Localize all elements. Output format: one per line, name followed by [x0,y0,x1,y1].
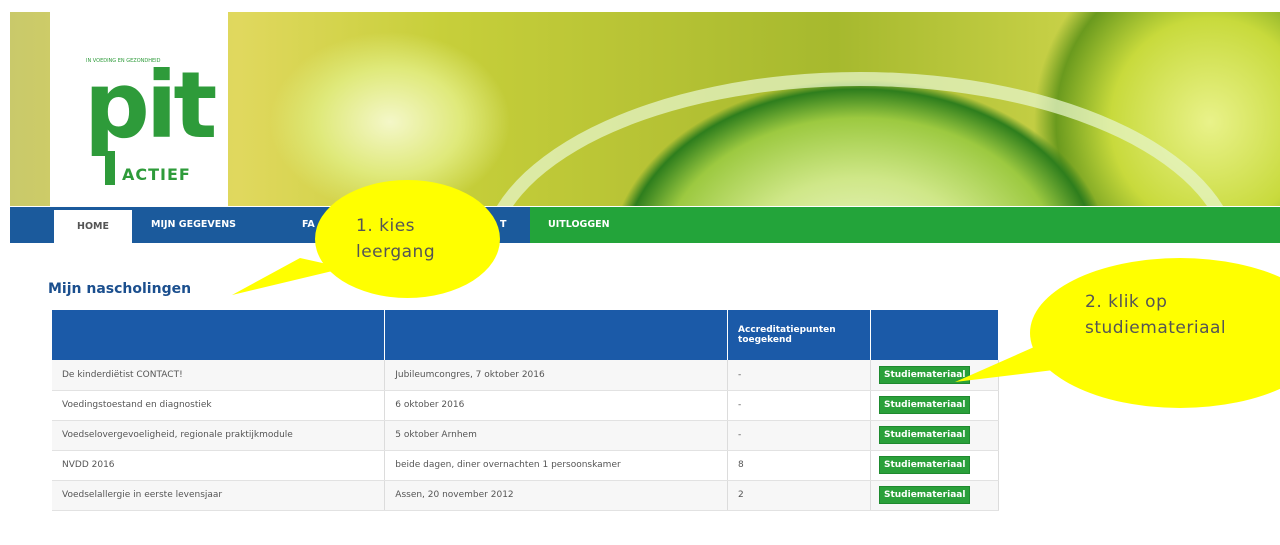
nav-uitloggen[interactable]: UITLOGGEN [548,207,610,243]
course-name: Voedselallergie in eerste levensjaar [52,480,386,511]
studiemateriaal-button[interactable]: Studiemateriaal [878,365,971,384]
table-header-accreditation: Accreditatiepunten toegekend [727,310,871,360]
course-action-cell: Studiemateriaal [870,390,1000,421]
table-header-cell [384,310,729,360]
studiemateriaal-button[interactable]: Studiemateriaal [878,486,971,504]
nav-home[interactable]: HOME [54,210,132,246]
course-detail: Jubileumcongres, 7 oktober 2016 [384,360,729,391]
table-row: NVDD 2016 beide dagen, diner overnachten… [52,450,1000,481]
logo-actief-text: ACTIEF [122,165,191,184]
course-action-cell: Studiemateriaal [870,420,1000,451]
studiemateriaal-button[interactable]: Studiemateriaal [878,426,971,444]
course-detail: Assen, 20 november 2012 [384,480,729,511]
table-row: Voedselallergie in eerste levensjaar Ass… [52,480,1000,511]
course-action-cell: Studiemateriaal [870,360,1000,391]
logo-bar-mark [105,151,115,185]
studiemateriaal-button[interactable]: Studiemateriaal [878,396,971,414]
course-points: - [727,360,871,391]
nav-mijn-gegevens[interactable]: MIJN GEGEVENS [151,207,236,243]
table-row: De kinderdiëtist CONTACT! Jubileumcongre… [52,360,1000,391]
courses-table: Accreditatiepunten toegekend De kinderdi… [52,310,1000,511]
course-name: Voedingstoestand en diagnostiek [52,390,386,421]
page: IN VOEDING EN GEZONDHEID pit ACTIEF HOME… [0,0,1280,545]
main-navigation: HOME MIJN GEGEVENS FA T UITLOGGEN [10,207,1280,246]
table-header-cell [870,310,1000,360]
table-row: Voedingstoestand en diagnostiek 6 oktobe… [52,390,1000,421]
table-header-cell [52,310,386,360]
nav-fa[interactable]: FA [302,207,315,243]
course-detail: 6 oktober 2016 [384,390,729,421]
table-row: Voedselovergevoeligheid, regionale prakt… [52,420,1000,451]
course-name: Voedselovergevoeligheid, regionale prakt… [52,420,386,451]
course-name: NVDD 2016 [52,450,386,481]
course-points: 2 [727,480,871,511]
course-action-cell: Studiemateriaal [870,450,1000,481]
course-points: 8 [727,450,871,481]
course-detail: 5 oktober Arnhem [384,420,729,451]
page-title: Mijn nascholingen [48,281,192,297]
callout-two-text: 2. klik op studiemateriaal [1085,292,1227,338]
course-points: - [727,420,871,451]
studiemateriaal-button[interactable]: Studiemateriaal [878,456,971,474]
nav-item-t[interactable]: T [500,207,506,243]
nav-green-section [530,207,1280,243]
lime-slice-graphic [480,72,1240,206]
course-points: - [727,390,871,421]
course-name: De kinderdiëtist CONTACT! [52,360,386,391]
logo-wordmark: pit [84,52,217,159]
callout-one-text: 1. kies leergang [356,216,436,262]
table-header-row: Accreditatiepunten toegekend [52,310,1000,360]
course-action-cell: Studiemateriaal [870,480,1000,511]
course-detail: beide dagen, diner overnachten 1 persoon… [384,450,729,481]
